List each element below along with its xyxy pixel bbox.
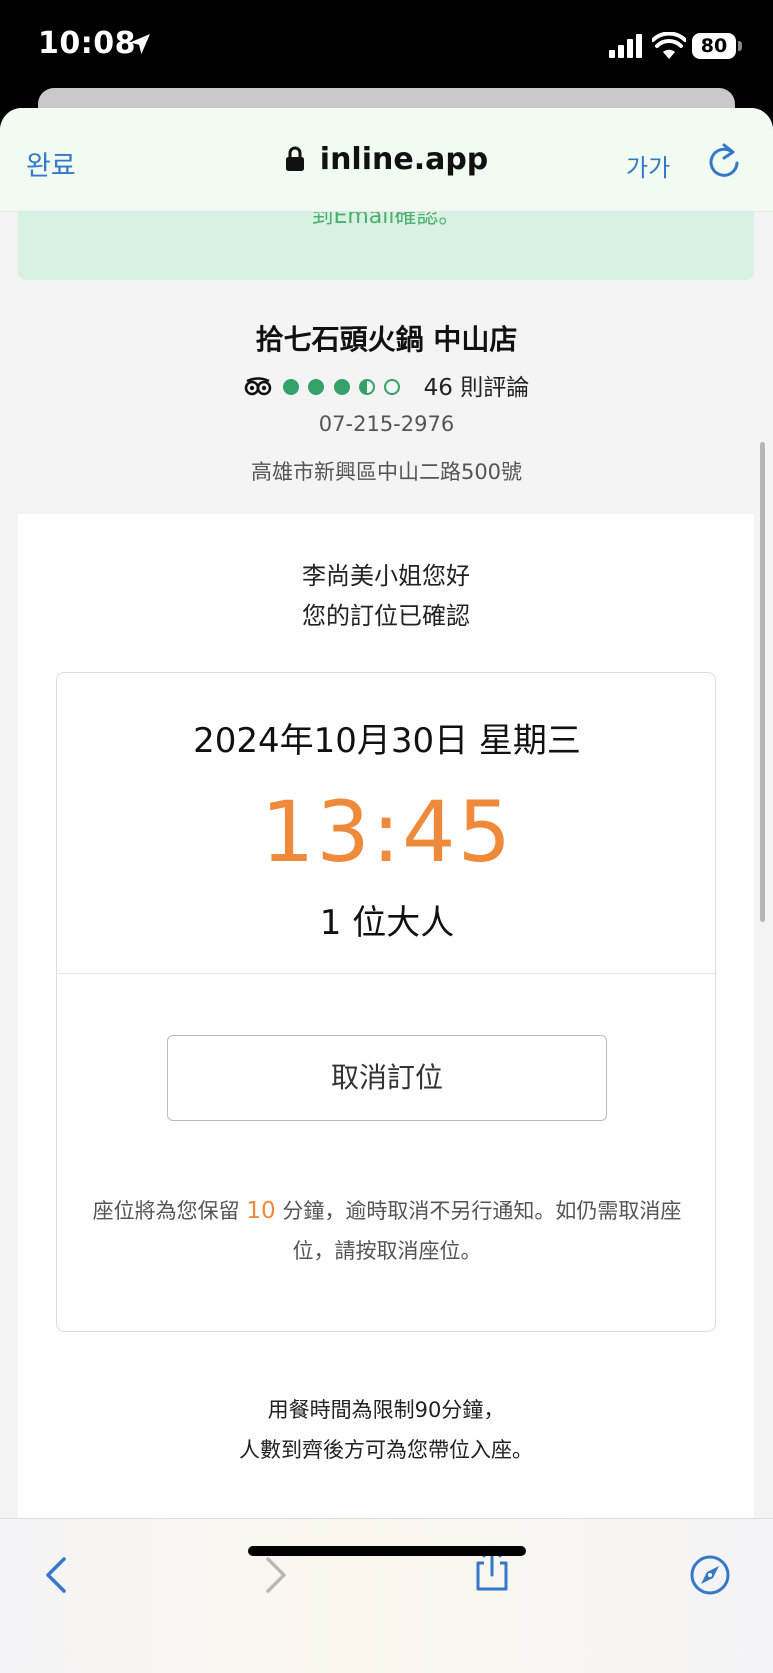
lock-icon <box>285 146 304 171</box>
reservation-time: 13:45 <box>260 783 514 881</box>
notice-part1: 座位將為您保留 <box>92 1199 247 1223</box>
reservation-card: 2024年10月30日 星期三 13:45 1 位大人 取消訂位 座位將為您保留… <box>56 672 716 1332</box>
rating-bubble-full <box>283 379 300 395</box>
hold-notice: 座位將為您保留 10 分鐘，逾時取消不另行通知。如仍需取消座位，請按取消座位。 <box>77 1191 697 1271</box>
restaurant-address[interactable]: 高雄市新興區中山二路500號 <box>0 456 773 486</box>
web-content: 到Email確認。 拾七石頭火鍋 中山店 46 則評論 07-215-2976 … <box>0 192 773 1634</box>
scrollbar-thumb[interactable] <box>760 442 765 922</box>
url-text: inline.app <box>319 142 489 177</box>
browser-toolbar <box>0 1518 773 1673</box>
back-chevron-icon[interactable] <box>34 1551 78 1599</box>
battery-nub <box>738 41 742 51</box>
rating-row[interactable]: 46 則評論 <box>0 368 773 402</box>
url-bar: 완료 inline.app 가가 <box>0 108 773 212</box>
restaurant-phone[interactable]: 07-215-2976 <box>0 412 773 436</box>
greeting-name: 李尚美小姐您好 <box>302 562 470 590</box>
dining-line1: 用餐時間為限制90分鐘， <box>267 1398 505 1422</box>
dining-time-note: 用餐時間為限制90分鐘， 人數到齊後方可為您帶位入座。 <box>18 1390 754 1470</box>
notice-minutes: 10 <box>246 1198 276 1224</box>
text-size-button[interactable]: 가가 <box>626 148 670 183</box>
greeting-status: 您的訂位已確認 <box>302 602 470 630</box>
reload-icon[interactable] <box>706 142 742 180</box>
greeting: 李尚美小姐您好 您的訂位已確認 <box>18 556 754 636</box>
rating-bubble-empty <box>384 379 401 395</box>
review-count: 46 則評論 <box>423 375 530 401</box>
forward-chevron-icon[interactable] <box>254 1551 298 1599</box>
status-bar: 10:08 80 <box>0 0 773 100</box>
party-size: 1 位大人 <box>319 903 455 943</box>
status-time: 10:08 <box>38 26 136 61</box>
dining-line2: 人數到齊後方可為您帶位入座。 <box>239 1438 533 1462</box>
battery-level: 80 <box>700 35 728 57</box>
notice-part2: 分鐘，逾時取消不另行通知。如仍需取消座位，請按取消座位。 <box>275 1199 682 1263</box>
home-indicator <box>248 1546 526 1556</box>
rating-bubble-full <box>308 379 325 395</box>
restaurant-name: 拾七石頭火鍋 中山店 <box>255 323 518 356</box>
wifi-icon <box>652 32 686 59</box>
compass-icon[interactable] <box>688 1551 732 1599</box>
cancel-reservation-button[interactable]: 取消訂位 <box>167 1035 607 1121</box>
rating-bubble-half <box>359 379 376 395</box>
reservation-date: 2024年10月30日 星期三 <box>193 721 581 761</box>
browser-sheet: 완료 inline.app 가가 到Email確認。 拾七石頭火鍋 中山店 46… <box>0 108 773 1673</box>
tripadvisor-icon <box>244 377 272 396</box>
card-divider <box>57 973 715 974</box>
location-arrow-icon <box>130 34 150 54</box>
rating-bubble-full <box>333 379 350 395</box>
cellular-signal-icon <box>609 34 642 58</box>
battery-indicator: 80 <box>692 33 736 59</box>
reservation-panel: 李尚美小姐您好 您的訂位已確認 2024年10月30日 星期三 13:45 1 … <box>18 514 754 1634</box>
